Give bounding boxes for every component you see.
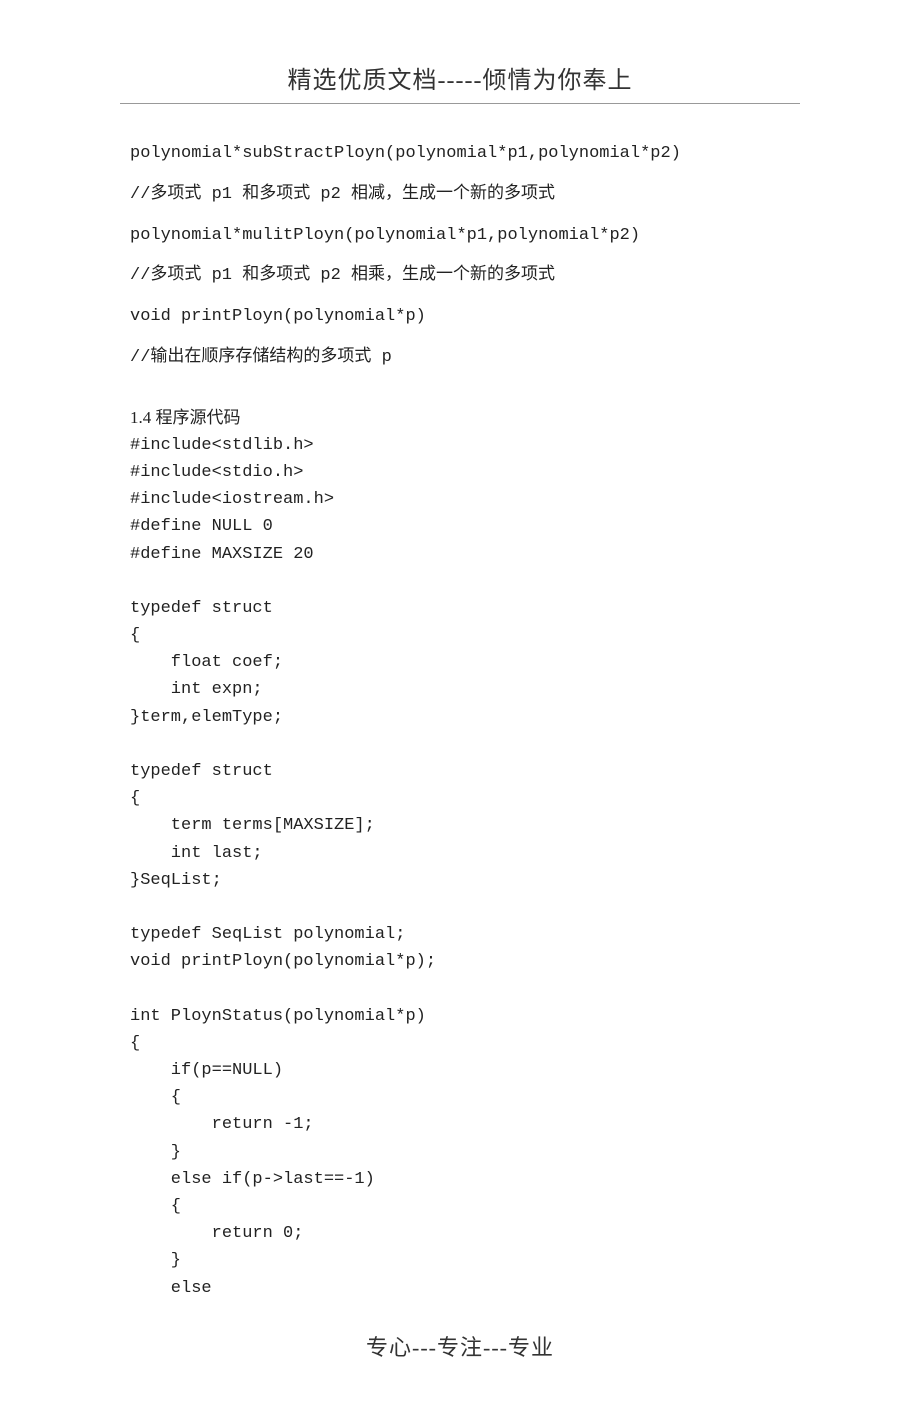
prototype-line: //输出在顺序存储结构的多项式 p	[130, 338, 790, 379]
prototype-line: polynomial*subStractPloyn(polynomial*p1,…	[130, 134, 790, 175]
prototype-line: void printPloyn(polynomial*p)	[130, 297, 790, 338]
document-page: 精选优质文档-----倾情为你奉上 polynomial*subStractPl…	[0, 0, 920, 1402]
prototype-line: polynomial*mulitPloyn(polynomial*p1,poly…	[130, 216, 790, 257]
prototype-line: //多项式 p1 和多项式 p2 相减，生成一个新的多项式	[130, 175, 790, 216]
content-area: polynomial*subStractPloyn(polynomial*p1,…	[130, 134, 790, 1302]
page-footer: 专心---专注---专业	[0, 1330, 920, 1362]
section-title: 1.4 程序源代码	[130, 403, 790, 428]
page-header: 精选优质文档-----倾情为你奉上	[120, 60, 800, 104]
prototype-line: //多项式 p1 和多项式 p2 相乘，生成一个新的多项式	[130, 256, 790, 297]
source-code-block: #include<stdlib.h> #include<stdio.h> #in…	[130, 432, 790, 1302]
